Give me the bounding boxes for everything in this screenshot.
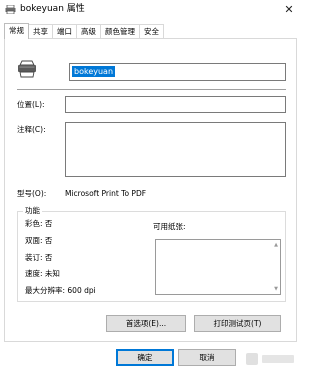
window-title: bokeyuan 属性	[20, 4, 85, 14]
general-panel: bokeyuan 位置(L): 注释(C): 型号(O): Microsoft …	[4, 38, 297, 342]
scroll-up-icon[interactable]: ▲	[274, 242, 278, 248]
tab-advanced[interactable]: 高级	[76, 24, 101, 39]
model-label: 型号(O):	[17, 189, 47, 198]
feature-color: 彩色: 否	[25, 219, 53, 228]
printer-icon	[18, 60, 36, 78]
tab-color-management[interactable]: 颜色管理	[100, 24, 140, 39]
tab-ports[interactable]: 端口	[52, 24, 77, 39]
comment-field[interactable]	[65, 122, 286, 177]
model-value: Microsoft Print To PDF	[65, 189, 147, 198]
ok-button[interactable]: 确定	[116, 349, 174, 366]
preferences-button[interactable]: 首选项(E)...	[106, 315, 186, 332]
feature-duplex: 双面: 否	[25, 236, 53, 245]
location-field[interactable]	[65, 96, 286, 113]
cancel-button[interactable]: 取消	[178, 349, 236, 366]
printer-icon	[5, 5, 16, 14]
paper-list[interactable]: ▲ ▼	[155, 239, 281, 295]
title-bar: bokeyuan 属性 ✕	[0, 0, 300, 20]
features-title: 功能	[23, 206, 42, 216]
scroll-down-icon[interactable]: ▼	[274, 286, 278, 292]
feature-max-resolution: 最大分辨率: 600 dpi	[25, 286, 96, 295]
tab-general[interactable]: 常规	[4, 23, 29, 39]
printer-name-value: bokeyuan	[72, 66, 116, 77]
feature-staple: 装订: 否	[25, 253, 53, 262]
feature-speed: 速度: 未知	[25, 269, 60, 278]
comment-label: 注释(C):	[17, 125, 46, 134]
tab-sharing[interactable]: 共享	[28, 24, 53, 39]
paper-label: 可用纸张:	[153, 222, 186, 231]
close-icon[interactable]: ✕	[283, 4, 295, 16]
tab-security[interactable]: 安全	[139, 24, 164, 39]
watermark-logo	[246, 353, 294, 365]
location-label: 位置(L):	[17, 100, 45, 109]
separator	[17, 89, 286, 90]
tab-strip: 常规 共享 端口 高级 颜色管理 安全	[4, 23, 164, 39]
print-test-page-button[interactable]: 打印测试页(T)	[194, 315, 281, 332]
printer-name-input[interactable]: bokeyuan	[69, 63, 286, 81]
